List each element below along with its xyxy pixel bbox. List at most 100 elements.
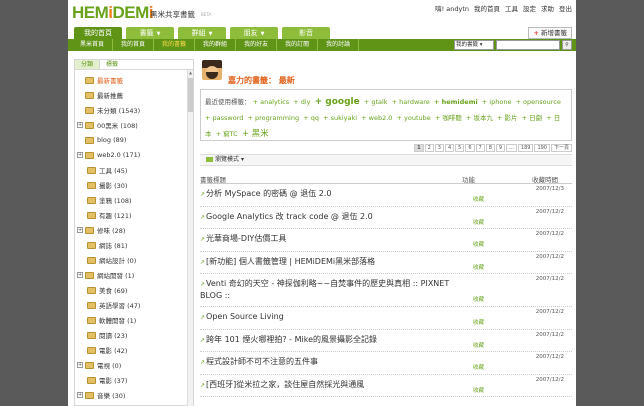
link-help[interactable]: 求助 bbox=[541, 3, 554, 13]
page-link[interactable]: 6 bbox=[465, 144, 475, 152]
tree-item[interactable]: + 電視 (0) bbox=[77, 359, 121, 371]
link-tools[interactable]: 工具 bbox=[505, 3, 518, 13]
tree-item[interactable]: 網站設計 (0) bbox=[87, 254, 136, 266]
tag-link[interactable]: + web2.0 bbox=[361, 114, 392, 122]
collect-button[interactable]: 收藏 bbox=[473, 386, 484, 394]
bookmark-title-link[interactable]: ↗程式設計師不可不注意的五件事 bbox=[200, 356, 460, 368]
page-link[interactable]: 3 bbox=[434, 144, 444, 152]
tag-link[interactable]: + google bbox=[315, 97, 360, 107]
new-bookmark-button[interactable]: + 新增書籤 bbox=[528, 27, 572, 39]
page-link[interactable]: 190 bbox=[534, 144, 550, 152]
tree-item[interactable]: 攝影 (30) bbox=[87, 179, 127, 191]
page-link[interactable]: 7 bbox=[475, 144, 485, 152]
bookmark-title-link[interactable]: ↗Open Source Living bbox=[200, 311, 460, 323]
tree-item[interactable]: 網誌 (81) bbox=[87, 239, 127, 251]
bookmark-title-link[interactable]: ↗Google Analytics 改 track code @ 退伍 2.0 bbox=[200, 211, 460, 223]
collect-button[interactable]: 收藏 bbox=[473, 318, 484, 326]
tree-item[interactable]: 未分類 (1543) bbox=[85, 104, 140, 116]
user-greeting[interactable]: 嗨! andytn bbox=[435, 3, 469, 13]
expand-icon[interactable]: + bbox=[77, 227, 83, 233]
tree-item[interactable]: 美食 (69) bbox=[87, 284, 127, 296]
tab-categories[interactable]: 分類 bbox=[75, 60, 101, 69]
bookmark-title-link[interactable]: ↗分析 MySpace 的密碼 @ 退伍 2.0 bbox=[200, 188, 460, 200]
collect-button[interactable]: 收藏 bbox=[473, 195, 484, 203]
expand-icon[interactable]: + bbox=[77, 392, 83, 398]
tag-link[interactable]: + 影片 bbox=[497, 114, 518, 122]
bookmark-title-link[interactable]: ↗[西班牙]從米拉之家，談住屋自然採光與通風 bbox=[200, 379, 460, 391]
tag-link[interactable]: + opensource bbox=[516, 98, 561, 106]
search-input[interactable] bbox=[496, 40, 560, 50]
search-scope-select[interactable]: 我的書籤 ▾ bbox=[454, 40, 494, 50]
subnav-item[interactable]: 黑米首頁 bbox=[72, 39, 114, 51]
expand-icon[interactable]: + bbox=[77, 272, 83, 278]
tag-link[interactable]: + hemidemi bbox=[434, 98, 478, 106]
bookmark-title-link[interactable]: ↗跨年 101 煙火哪裡拍? - Mike的風景攝影全記錄 bbox=[200, 334, 460, 346]
tag-link[interactable]: + 黑米 bbox=[242, 129, 269, 139]
tree-item[interactable]: 最新書籤 bbox=[85, 74, 123, 86]
tree-item[interactable]: 英語學習 (47) bbox=[87, 299, 140, 311]
scroll-up-icon[interactable]: ▲ bbox=[188, 70, 193, 76]
tag-link[interactable]: + password bbox=[205, 114, 243, 122]
expand-icon[interactable]: + bbox=[77, 122, 83, 128]
collect-button[interactable]: 收藏 bbox=[473, 263, 484, 271]
collect-button[interactable]: 收藏 bbox=[473, 341, 484, 349]
collect-button[interactable]: 收藏 bbox=[473, 363, 484, 371]
collect-button[interactable]: 收藏 bbox=[473, 295, 484, 303]
tag-link[interactable]: + programming bbox=[247, 114, 299, 122]
tree-item[interactable]: 有趣 (121) bbox=[87, 209, 132, 221]
scroll-thumb[interactable] bbox=[188, 78, 193, 112]
scrollbar[interactable]: ▲ bbox=[187, 70, 193, 406]
expand-icon[interactable]: + bbox=[77, 362, 83, 368]
subnav-item[interactable]: 我的好友 bbox=[236, 39, 278, 51]
subnav-item[interactable]: 我的首頁 bbox=[113, 39, 155, 51]
page-link[interactable]: 189 bbox=[517, 144, 534, 152]
tag-link[interactable]: + gtalk bbox=[364, 98, 388, 106]
tree-item[interactable]: 電影 (37) bbox=[87, 374, 127, 386]
page-link[interactable]: 2 bbox=[424, 144, 434, 152]
tab-friends[interactable]: 朋友 ▼ bbox=[230, 27, 278, 39]
tag-link[interactable]: + diy bbox=[293, 98, 310, 106]
tag-link[interactable]: + 坂本九 bbox=[466, 114, 493, 122]
tree-item[interactable]: blog (89) bbox=[85, 134, 126, 146]
tab-media[interactable]: 影音 bbox=[282, 27, 330, 39]
tag-link[interactable]: + iphone bbox=[482, 98, 512, 106]
view-mode-toggle[interactable]: 瀏覽模式 bbox=[215, 156, 239, 163]
collect-button[interactable]: 收藏 bbox=[473, 240, 484, 248]
link-home[interactable]: 我的首頁 bbox=[474, 3, 500, 13]
tree-item[interactable]: 電影 (42) bbox=[87, 344, 127, 356]
avatar[interactable] bbox=[202, 60, 222, 80]
tree-item[interactable]: + web2.0 (171) bbox=[77, 149, 140, 161]
logo[interactable]: HEMiDEMi bbox=[72, 3, 154, 23]
tag-link[interactable]: + 咖啡聽 bbox=[435, 114, 462, 122]
link-settings[interactable]: 設定 bbox=[523, 3, 536, 13]
next-page-button[interactable]: 下一頁 bbox=[550, 144, 572, 152]
tree-item[interactable]: 閱讀 (23) bbox=[87, 329, 127, 341]
page-link[interactable]: 8 bbox=[485, 144, 495, 152]
tree-item[interactable]: 塗鴉 (108) bbox=[87, 194, 132, 206]
subnav-item[interactable]: 我的群組 bbox=[195, 39, 237, 51]
tree-item[interactable]: +00黑米 (108) bbox=[77, 119, 138, 131]
bookmark-title-link[interactable]: ↗Venti 奇幻的天空 - 神探伽利略~~自焚事件的歷史與真相 :: PIXN… bbox=[200, 278, 460, 301]
tab-home[interactable]: 我的首頁 bbox=[74, 27, 122, 39]
page-link[interactable]: 4 bbox=[444, 144, 455, 152]
tab-bookmarks[interactable]: 書籤 ▼ bbox=[126, 27, 174, 39]
tab-tags[interactable]: 標籤 bbox=[100, 60, 124, 69]
subnav-item[interactable]: 我的討論 bbox=[318, 39, 360, 51]
collect-button[interactable]: 收藏 bbox=[473, 218, 484, 226]
tag-link[interactable]: + analytics bbox=[253, 98, 290, 106]
tag-link[interactable]: + youtube bbox=[397, 114, 431, 122]
bookmark-title-link[interactable]: ↗光華商場-DIY估價工具 bbox=[200, 233, 460, 245]
tree-item[interactable]: 工具 (45) bbox=[87, 164, 127, 176]
bookmark-title-link[interactable]: ↗[新功能] 個人書籤管理 | HEMiDEMi黑米部落格 bbox=[200, 256, 460, 268]
tag-link[interactable]: + sukiyaki bbox=[323, 114, 357, 122]
tree-item[interactable]: 軟體開發 (1) bbox=[87, 314, 136, 326]
page-link[interactable]: 9 bbox=[495, 144, 506, 152]
expand-icon[interactable]: + bbox=[77, 152, 83, 158]
tag-link[interactable]: + qq bbox=[303, 114, 319, 122]
tag-link[interactable]: + 窮TC bbox=[216, 130, 238, 138]
subnav-item[interactable]: 我的訂閱 bbox=[277, 39, 319, 51]
page-link[interactable]: 5 bbox=[455, 144, 465, 152]
tree-item[interactable]: + 網站開發 (1) bbox=[77, 269, 134, 281]
tab-groups[interactable]: 群組 ▼ bbox=[178, 27, 226, 39]
tree-item[interactable]: + 音樂 (30) bbox=[77, 389, 125, 401]
